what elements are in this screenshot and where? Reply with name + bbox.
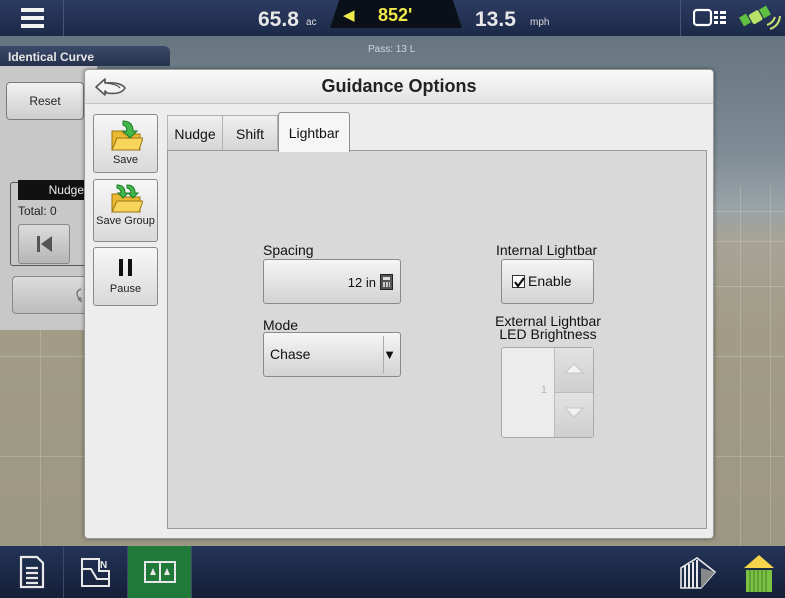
mode-dropdown[interactable]: Chase ▼ [263, 332, 401, 377]
spacing-field[interactable]: 12 in [263, 259, 401, 304]
up-arrow-icon [564, 363, 584, 374]
spacing-value: 12 in [347, 275, 376, 290]
save-group-label: Save Group [96, 215, 155, 227]
pass-indicator: Pass: 13 L [368, 44, 416, 55]
pause-button[interactable]: Pause [93, 247, 158, 306]
save-button[interactable]: Save [93, 114, 158, 173]
guidance-options-dialog: Guidance Options Save Save Group Pause N… [84, 69, 714, 539]
reset-button[interactable]: Reset [6, 82, 84, 120]
menu-button[interactable] [0, 0, 64, 36]
down-arrow-icon [564, 407, 584, 418]
split-screen-icon [144, 561, 176, 583]
save-label: Save [112, 154, 139, 166]
pause-icon [118, 259, 132, 276]
tab-shift[interactable]: Shift [223, 115, 278, 151]
brightness-value: 1 [540, 384, 547, 396]
enable-label: Enable [528, 273, 572, 289]
split-screen-button[interactable] [128, 546, 192, 598]
implement-icon[interactable] [675, 554, 719, 592]
nudge-left-button[interactable] [18, 224, 70, 264]
brightness-up-button[interactable] [554, 348, 593, 392]
mode-value: Chase [270, 346, 311, 362]
dialog-header: Guidance Options [85, 70, 713, 104]
display-status-icon[interactable] [693, 8, 727, 28]
map-button[interactable]: N [64, 546, 128, 598]
area-unit: ac [306, 17, 317, 28]
checkbox-checked-icon [512, 275, 525, 288]
nudge-header: Nudge [18, 180, 90, 200]
save-group-folder-icon [110, 184, 143, 213]
left-arrow-icon: ◀ [343, 7, 355, 24]
bottom-nav-bar: N [0, 546, 785, 598]
mode-label: Mode [263, 317, 299, 333]
tab-lightbar[interactable]: Lightbar [278, 112, 350, 152]
save-group-button[interactable]: Save Group [93, 179, 158, 242]
bin-icon[interactable] [739, 552, 779, 594]
calculator-icon [380, 274, 393, 290]
enable-checkbox-button[interactable]: Enable [501, 259, 594, 304]
skip-left-icon [37, 236, 52, 252]
lightbar-tab-panel: Spacing 12 in Mode Chase ▼ Internal Ligh… [167, 150, 707, 529]
tab-nudge[interactable]: Nudge [167, 115, 223, 151]
dropdown-arrow-icon: ▼ [383, 347, 396, 362]
shift-icon [76, 288, 83, 303]
brightness-down-button[interactable] [554, 392, 593, 437]
map-icon: N [81, 558, 110, 587]
top-status-bar: 65.8 ac ◀ 852' 13.5 mph Pass: 13 L [0, 0, 785, 55]
guidance-pattern-tab[interactable]: Identical Curve [0, 46, 170, 66]
external-lightbar-label-line2: LED Brightness [499, 326, 597, 342]
report-button[interactable] [0, 546, 64, 598]
dialog-title: Guidance Options [321, 76, 477, 96]
nudge-total: Total: 0 [18, 204, 57, 218]
shift-button[interactable] [12, 276, 88, 314]
pause-label: Pause [109, 283, 142, 295]
area-value: 65.8 [258, 8, 299, 31]
save-folder-icon [110, 120, 143, 151]
external-lightbar-label: External Lightbar LED Brightness [468, 314, 628, 342]
menu-icon [21, 8, 44, 12]
speed-unit: mph [530, 17, 550, 28]
gps-satellite-icon[interactable] [737, 3, 781, 33]
led-brightness-stepper[interactable]: 1 [501, 347, 594, 438]
speed-value: 13.5 [475, 8, 516, 31]
internal-lightbar-label: Internal Lightbar [496, 242, 598, 258]
svg-text:N: N [100, 560, 107, 571]
report-icon [19, 555, 45, 589]
spacing-label: Spacing [263, 242, 314, 258]
off-line-distance: 852' [378, 5, 413, 25]
